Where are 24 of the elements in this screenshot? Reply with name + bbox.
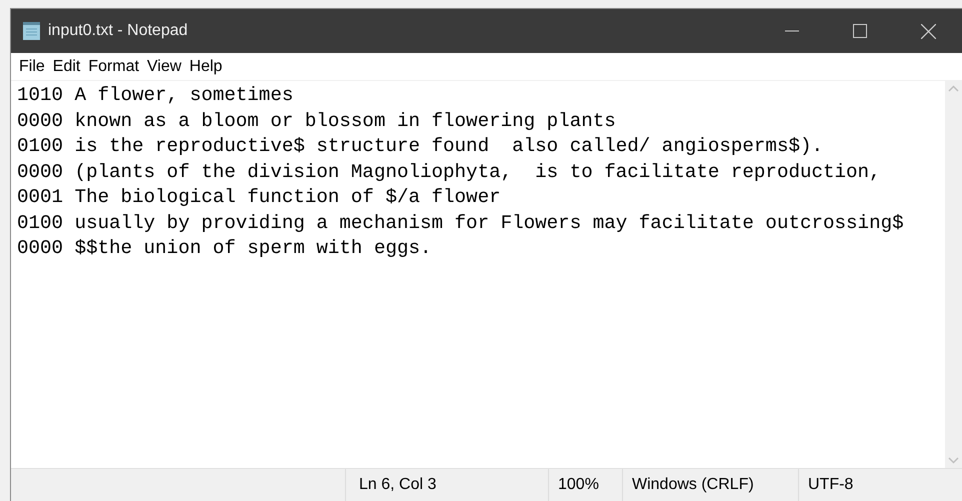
- text-line: 1010 A flower, sometimes: [17, 83, 294, 108]
- menu-item[interactable]: Format: [84, 54, 144, 78]
- text-line: 0000 (plants of the division Magnoliophyta, is to facilitate reproduction,: [17, 160, 881, 184]
- text-line: 0000 known as a bloom or blossom in flowering plants: [17, 108, 616, 134]
- maximize-icon: [853, 24, 867, 38]
- window-title: input0.txt - Notepad: [48, 21, 188, 41]
- minimize-icon: [785, 30, 799, 32]
- scroll-up-icon[interactable]: [948, 85, 959, 92]
- scroll-down-icon[interactable]: [948, 457, 959, 464]
- text-line: 0100 usually by providing a mechanism for Flowers may facilitate outcrossing$: [17, 210, 904, 236]
- text-line: 0000 $$the union of sperm with eggs.: [17, 236, 432, 261]
- menu-item[interactable]: Edit: [48, 54, 84, 78]
- cursor-position: Ln 6, Col 3: [359, 475, 436, 495]
- zoom-level: 100%: [558, 475, 599, 495]
- close-icon: [920, 24, 936, 38]
- menu-item[interactable]: View: [143, 54, 186, 78]
- text-line: 0001 The biological function of $/a flower: [17, 185, 501, 210]
- text-line: 0100 is the reproductive$ structure found also called/ angiosperms$).: [17, 134, 824, 159]
- menu-item[interactable]: File: [15, 54, 49, 78]
- vertical-scrollbar[interactable]: [945, 81, 962, 468]
- menu-item[interactable]: Help: [185, 54, 226, 78]
- notepad-icon: [22, 21, 42, 41]
- encoding: UTF-8: [808, 475, 854, 495]
- line-endings: Windows (CRLF): [632, 475, 754, 495]
